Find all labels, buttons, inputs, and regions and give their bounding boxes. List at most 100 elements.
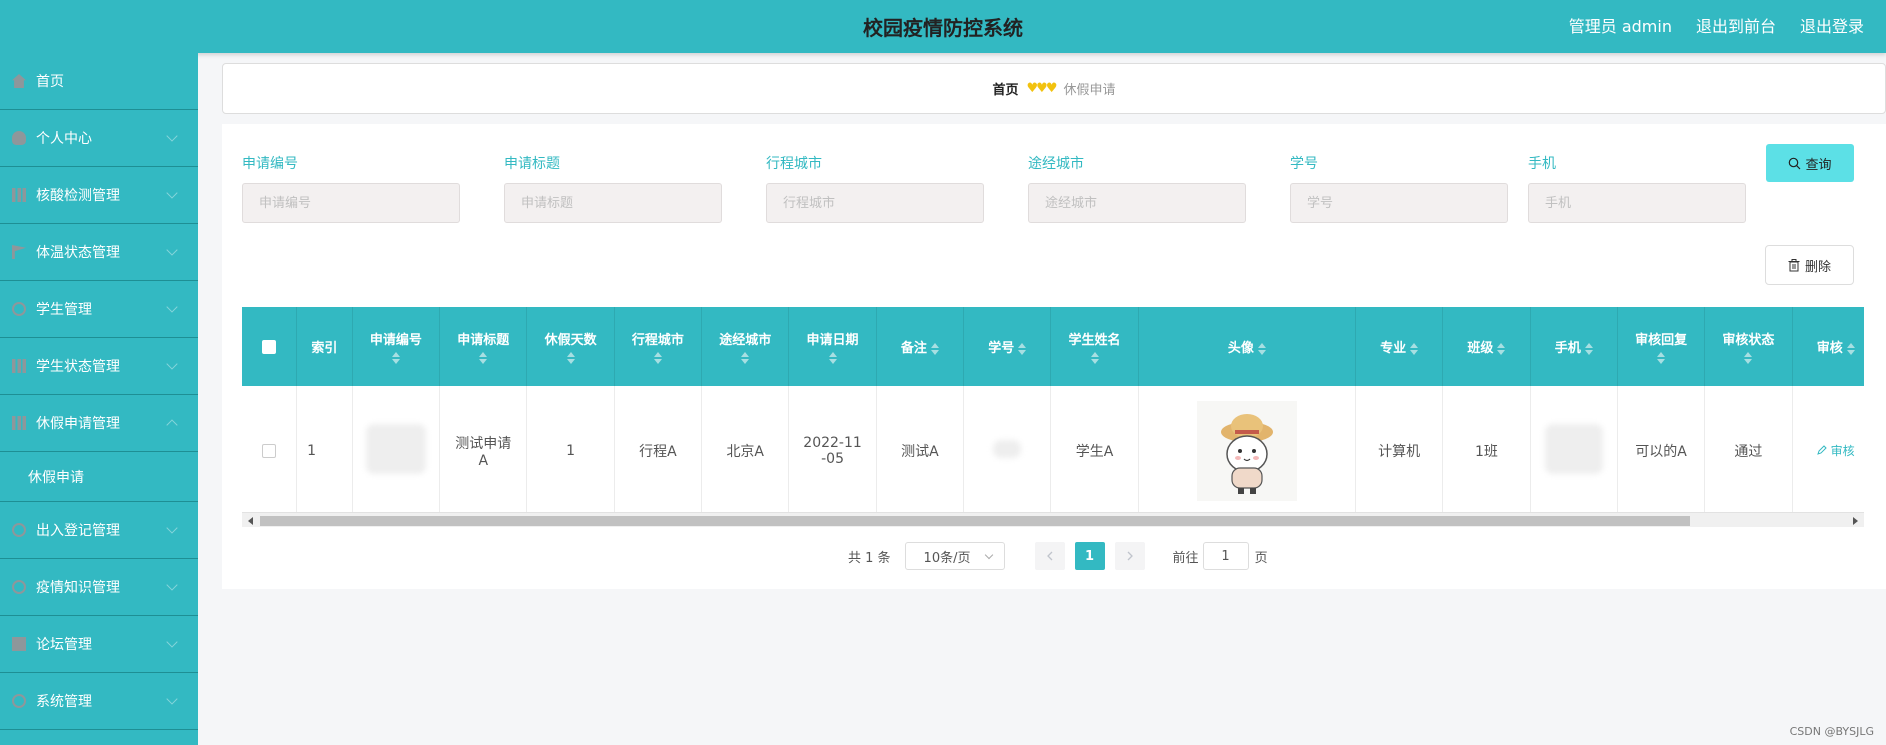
sort-icon[interactable]: [1497, 342, 1506, 355]
avatar: [1196, 400, 1297, 501]
col-header[interactable]: 手机: [1530, 307, 1618, 386]
sidebar-item-temperature[interactable]: 体温状态管理: [0, 224, 198, 281]
sort-icon[interactable]: [479, 352, 488, 364]
sidebar-item-students[interactable]: 学生管理: [0, 281, 198, 338]
chevron-down-icon: [166, 187, 178, 199]
chevron-down-icon: [166, 301, 178, 313]
scrollbar-thumb[interactable]: [260, 516, 1690, 526]
horizontal-scrollbar[interactable]: [242, 512, 1864, 527]
col-header[interactable]: 申请编号: [352, 307, 441, 386]
sidebar-item-label: 系统管理: [36, 694, 92, 710]
next-page-button[interactable]: [1114, 542, 1145, 570]
sort-icon[interactable]: [1657, 352, 1666, 364]
sidebar-item-forum[interactable]: 论坛管理: [0, 616, 198, 673]
col-header[interactable]: 学号: [963, 307, 1052, 386]
phone-cell: [1530, 386, 1618, 517]
sort-icon[interactable]: [1744, 352, 1753, 364]
apply-title-input[interactable]: [504, 183, 722, 223]
sidebar-subitem-leave-apply[interactable]: 休假申请: [0, 452, 198, 502]
scroll-left-icon[interactable]: [248, 517, 253, 525]
trip-city-input[interactable]: [766, 183, 984, 223]
sort-icon[interactable]: [1584, 342, 1593, 355]
student-no-input[interactable]: [1290, 183, 1508, 223]
col-header[interactable]: 休假天数: [526, 307, 615, 386]
audit-cell: 审核: [1792, 386, 1864, 517]
select-all-checkbox[interactable]: [262, 339, 277, 354]
class-cell: 1班: [1442, 386, 1531, 517]
sort-icon[interactable]: [1846, 342, 1855, 355]
col-header[interactable]: 行程城市: [614, 307, 703, 386]
sort-icon[interactable]: [741, 352, 750, 364]
select-cell: [242, 386, 298, 517]
sidebar-item-label: 学生管理: [36, 302, 92, 318]
delete-button[interactable]: 删除: [1765, 245, 1854, 285]
chevron-down-icon: [166, 579, 178, 591]
logout-link[interactable]: 退出登录: [1800, 13, 1864, 37]
col-header[interactable]: 审核状态: [1704, 307, 1793, 386]
sort-icon[interactable]: [1410, 342, 1419, 355]
watermark: CSDN @BYSJLG: [1789, 725, 1874, 738]
field-label-via-city: 途经城市: [1028, 156, 1084, 172]
col-header[interactable]: 备注: [876, 307, 965, 386]
chevron-down-icon: [166, 130, 178, 142]
prev-page-button[interactable]: [1034, 542, 1065, 570]
page-number-current[interactable]: 1: [1074, 542, 1105, 570]
sidebar-item-system[interactable]: 系统管理: [0, 673, 198, 730]
col-header[interactable]: 途经城市: [701, 307, 790, 386]
col-header[interactable]: 班级: [1442, 307, 1531, 386]
sidebar-item-knowledge[interactable]: 疫情知识管理: [0, 559, 198, 616]
sidebar-item-nucleic-test[interactable]: 核酸检测管理: [0, 167, 198, 224]
table-row: 1 测试申请 A 1 行程A 北京A 2022-11 -05 测试A 学生A 计…: [242, 386, 1864, 517]
major-cell: 计算机: [1355, 386, 1444, 517]
col-header[interactable]: 申请标题: [439, 307, 528, 386]
goto-page-input[interactable]: [1202, 542, 1249, 570]
student-no-cell: [963, 386, 1052, 517]
sidebar-item-entry-exit[interactable]: 出入登记管理: [0, 502, 198, 559]
sort-icon[interactable]: [1257, 342, 1266, 355]
audit-link[interactable]: 审核: [1817, 444, 1855, 458]
sort-icon[interactable]: [1090, 352, 1099, 364]
sort-icon[interactable]: [1018, 342, 1027, 355]
sidebar-item-student-status[interactable]: 学生状态管理: [0, 338, 198, 395]
apply-no-input[interactable]: [242, 183, 460, 223]
sidebar-item-home[interactable]: 首页: [0, 53, 198, 110]
breadcrumb: 首页 ♥♥♥ 休假申请: [222, 63, 1886, 114]
sort-icon[interactable]: [653, 352, 662, 364]
sidebar-item-label: 核酸检测管理: [36, 188, 120, 204]
col-header-label: 班级: [1467, 341, 1494, 356]
trip-city-cell: 行程A: [614, 386, 703, 517]
page-size-select[interactable]: 10条/页: [904, 542, 1005, 570]
redacted-value: [1544, 423, 1603, 474]
sidebar-item-label: 个人中心: [36, 131, 92, 147]
col-header-label: 备注: [900, 341, 927, 356]
col-header[interactable]: 审核: [1792, 307, 1864, 386]
scroll-right-icon[interactable]: [1853, 517, 1858, 525]
circle-icon: [12, 302, 26, 316]
leave-table: 索引 申请编号 申请标题 休假天数 行程城市 途经城市 申请日期 备注 学号 学…: [242, 307, 1864, 517]
phone-input[interactable]: [1528, 183, 1746, 223]
col-header[interactable]: 专业: [1355, 307, 1444, 386]
date-line: 2022-11: [803, 434, 862, 451]
to-front-link[interactable]: 退出到前台: [1696, 13, 1776, 37]
table-header-row: 索引 申请编号 申请标题 休假天数 行程城市 途经城市 申请日期 备注 学号 学…: [242, 307, 1864, 386]
via-city-input[interactable]: [1028, 183, 1246, 223]
row-checkbox[interactable]: [262, 443, 277, 458]
sort-icon[interactable]: [391, 352, 400, 364]
col-header[interactable]: 审核回复: [1617, 307, 1706, 386]
sort-icon[interactable]: [566, 352, 575, 364]
col-header[interactable]: 头像: [1138, 307, 1356, 386]
sort-icon[interactable]: [828, 352, 837, 364]
breadcrumb-home[interactable]: 首页: [993, 79, 1019, 98]
sort-icon[interactable]: [930, 342, 939, 355]
sidebar-item-leave[interactable]: 休假申请管理: [0, 395, 198, 452]
query-button[interactable]: 查询: [1766, 144, 1854, 182]
col-header-label: 申请日期: [806, 333, 859, 348]
home-icon: [12, 74, 26, 88]
date-line: -05: [821, 450, 844, 467]
col-header[interactable]: 申请日期: [788, 307, 877, 386]
col-header[interactable]: 学生姓名: [1050, 307, 1139, 386]
field-label-trip-city: 行程城市: [766, 156, 822, 172]
sidebar-item-profile[interactable]: 个人中心: [0, 110, 198, 167]
sidebar-item-label: 出入登记管理: [36, 523, 120, 539]
col-header-label: 索引: [311, 341, 338, 356]
